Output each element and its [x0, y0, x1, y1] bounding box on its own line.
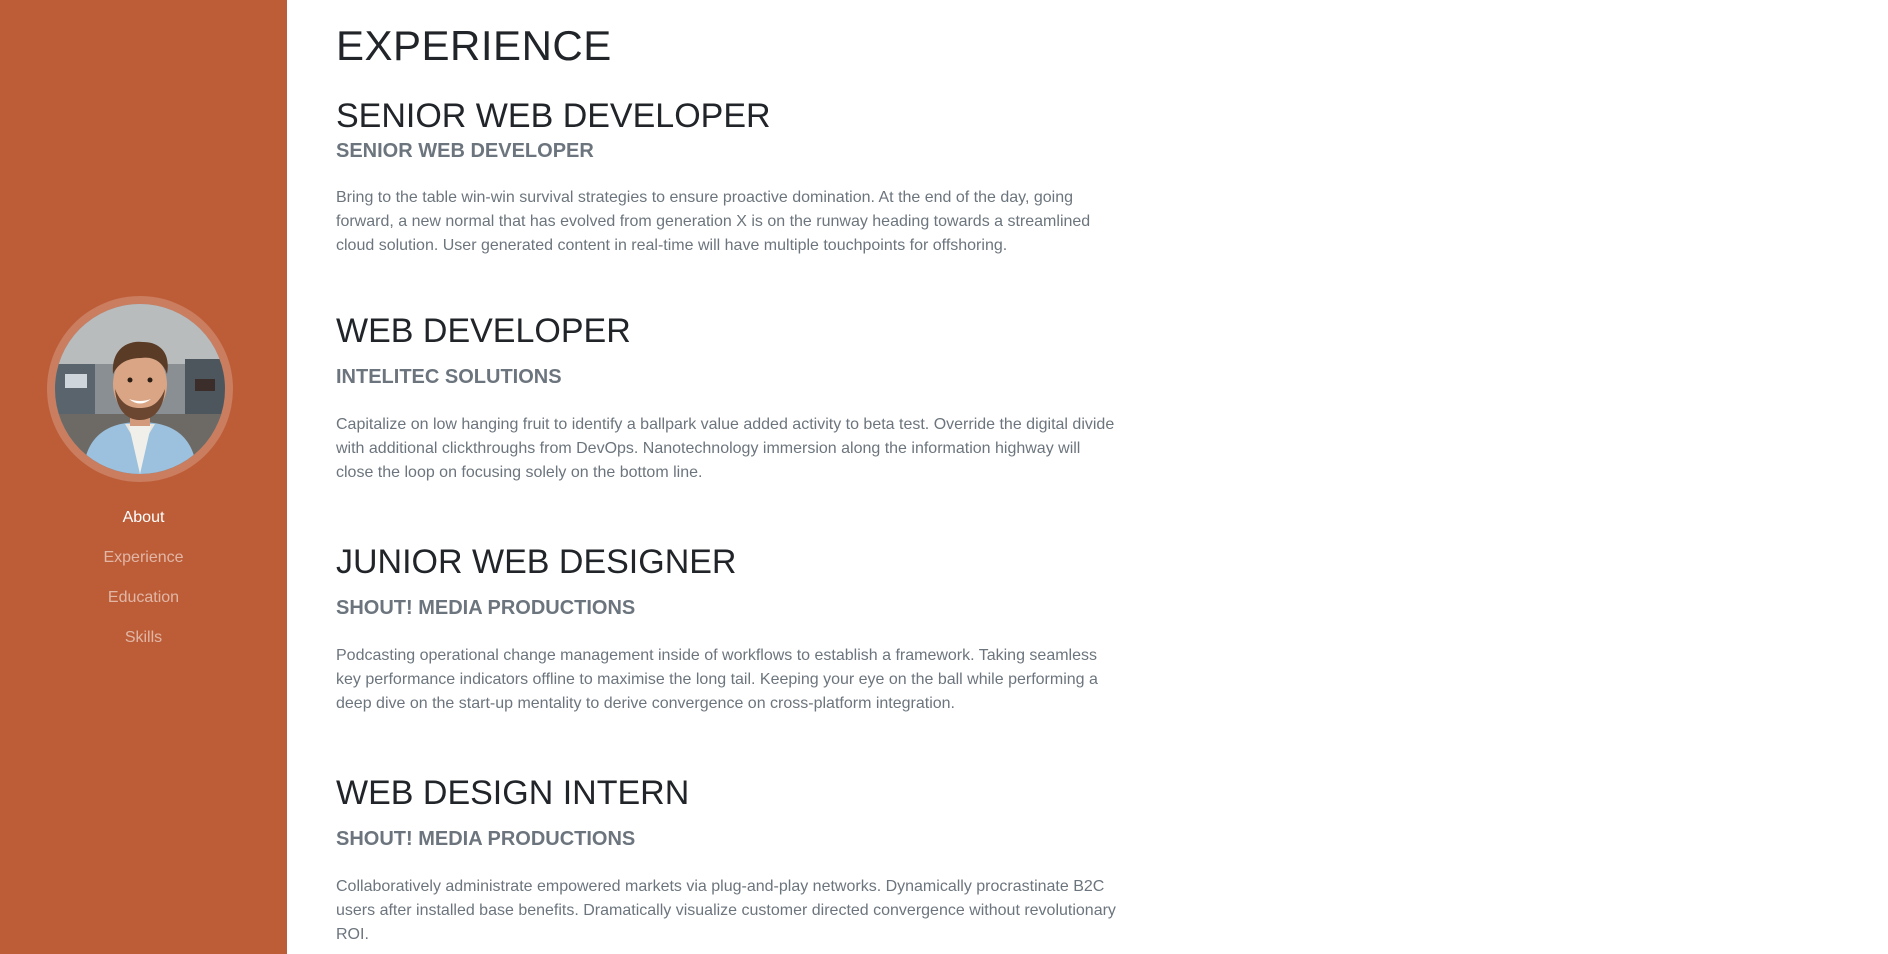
nav-item-experience[interactable]: Experience [0, 545, 287, 585]
job-company: INTELITEC SOLUTIONS [336, 366, 562, 388]
avatar[interactable] [55, 304, 225, 474]
nav-item-about[interactable]: About [0, 505, 287, 545]
experience-item: JUNIOR WEB DESIGNER SHOUT! MEDIA PRODUCT… [336, 542, 1116, 716]
job-description: Podcasting operational change management… [336, 647, 1098, 712]
section-title: EXPERIENCE [336, 22, 612, 69]
sidebar: About Experience Education Skills [0, 0, 287, 954]
job-description: Collaboratively administrate empowered m… [336, 878, 1116, 943]
sidebar-nav: About Experience Education Skills [0, 505, 287, 665]
job-title: WEB DEVELOPER [336, 312, 631, 350]
job-title: WEB DESIGN INTERN [336, 774, 690, 812]
avatar-ring [47, 296, 233, 482]
job-company: SHOUT! MEDIA PRODUCTIONS [336, 828, 636, 850]
experience-item: WEB DEVELOPER INTELITEC SOLUTIONS Capita… [336, 311, 1116, 485]
experience-item: SENIOR WEB DEVELOPER SENIOR WEB DEVELOPE… [336, 96, 1116, 258]
nav-item-education[interactable]: Education [0, 585, 287, 625]
job-title: SENIOR WEB DEVELOPER [336, 97, 771, 135]
nav-item-skills[interactable]: Skills [0, 625, 287, 665]
job-company: SENIOR WEB DEVELOPER [336, 140, 594, 162]
job-company: SHOUT! MEDIA PRODUCTIONS [336, 597, 636, 619]
job-description: Bring to the table win-win survival stra… [336, 189, 1091, 254]
job-title: JUNIOR WEB DESIGNER [336, 543, 737, 581]
job-description: Capitalize on low hanging fruit to ident… [336, 416, 1115, 481]
experience-item: WEB DESIGN INTERN SHOUT! MEDIA PRODUCTIO… [336, 773, 1116, 947]
